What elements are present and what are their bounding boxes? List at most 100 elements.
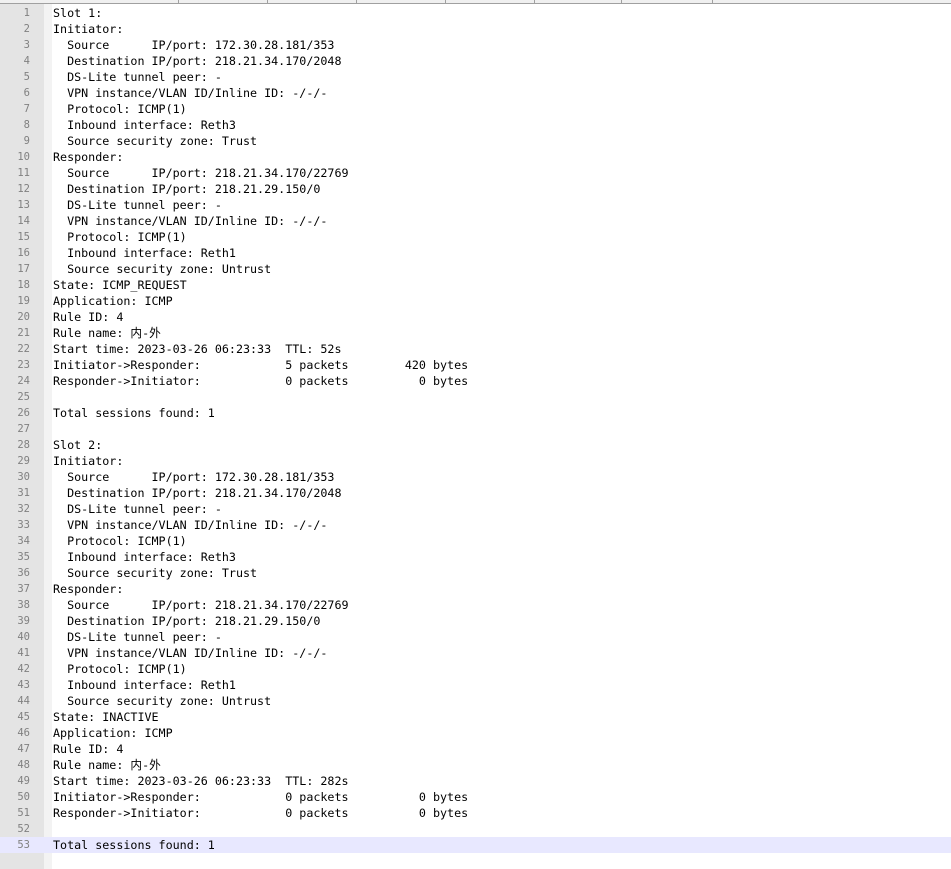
line-text: Source security zone: Untrust — [53, 262, 272, 276]
editor-line[interactable]: 21 Rule name: 内-外 — [0, 325, 951, 341]
line-text: Destination IP/port: 218.21.29.150/0 — [53, 182, 321, 196]
line-number: 1 — [23, 7, 30, 19]
line-text: Source IP/port: 218.21.34.170/22769 — [53, 166, 349, 180]
editor-line[interactable]: 17 Source security zone: Untrust — [0, 261, 951, 277]
line-number: 21 — [17, 327, 30, 339]
tab-separator — [712, 0, 713, 3]
editor-line[interactable]: 15 Protocol: ICMP(1) — [0, 229, 951, 245]
line-text: VPN instance/VLAN ID/Inline ID: -/-/- — [53, 214, 328, 228]
line-text: Protocol: ICMP(1) — [53, 230, 187, 244]
line-number: 52 — [17, 823, 30, 835]
line-text: Slot 2: — [53, 438, 103, 452]
line-text: State: ICMP_REQUEST — [53, 278, 187, 292]
line-text: Source security zone: Trust — [53, 566, 258, 580]
line-text: Rule name: 内-外 — [53, 758, 161, 772]
line-text: Inbound interface: Reth3 — [53, 118, 236, 132]
line-text: Source IP/port: 218.21.34.170/22769 — [53, 598, 349, 612]
line-text: Responder: — [53, 150, 124, 164]
line-text: Application: ICMP — [53, 294, 173, 308]
line-text: DS-Lite tunnel peer: - — [53, 630, 222, 644]
editor-line[interactable]: 39 Destination IP/port: 218.21.29.150/0 — [0, 613, 951, 629]
editor-line[interactable]: 49 Start time: 2023-03-26 06:23:33 TTL: 2… — [0, 773, 951, 789]
editor-line[interactable]: 9 Source security zone: Trust — [0, 133, 951, 149]
line-text: Protocol: ICMP(1) — [53, 534, 187, 548]
line-text: Rule ID: 4 — [53, 310, 124, 324]
editor-line-current[interactable]: 53 Total sessions found: 1 — [0, 837, 951, 853]
line-number: 8 — [23, 119, 30, 131]
tab-strip[interactable] — [0, 0, 951, 4]
line-number: 50 — [17, 791, 30, 803]
editor-line[interactable]: 10 Responder: — [0, 149, 951, 165]
line-text: Destination IP/port: 218.21.34.170/2048 — [53, 54, 342, 68]
editor-line[interactable]: 25 — [0, 389, 951, 405]
line-number: 10 — [17, 151, 30, 163]
line-number: 2 — [23, 23, 30, 35]
editor-line[interactable]: 37 Responder: — [0, 581, 951, 597]
editor-line[interactable]: 42 Protocol: ICMP(1) — [0, 661, 951, 677]
editor-line[interactable]: 44 Source security zone: Untrust — [0, 693, 951, 709]
editor-line[interactable]: 28 Slot 2: — [0, 437, 951, 453]
editor-line[interactable]: 20 Rule ID: 4 — [0, 309, 951, 325]
line-text: Slot 1: — [53, 6, 103, 20]
line-number: 53 — [17, 839, 30, 851]
line-text: Application: ICMP — [53, 726, 173, 740]
editor-line[interactable]: 11 Source IP/port: 218.21.34.170/22769 — [0, 165, 951, 181]
line-number: 20 — [17, 311, 30, 323]
editor-line[interactable]: 40 DS-Lite tunnel peer: - — [0, 629, 951, 645]
editor-line[interactable]: 22 Start time: 2023-03-26 06:23:33 TTL: 5… — [0, 341, 951, 357]
line-text: Start time: 2023-03-26 06:23:33 TTL: 52s — [53, 342, 342, 356]
line-text: Source security zone: Untrust — [53, 694, 272, 708]
text-editor-area[interactable]: 1 Slot 1: 2 Initiator: 3 Source IP/port: 172… — [0, 5, 951, 869]
editor-line[interactable]: 16 Inbound interface: Reth1 — [0, 245, 951, 261]
editor-line[interactable]: 46 Application: ICMP — [0, 725, 951, 741]
line-number: 14 — [17, 215, 30, 227]
editor-line[interactable]: 8 Inbound interface: Reth3 — [0, 117, 951, 133]
editor-line[interactable]: 52 — [0, 821, 951, 837]
editor-line[interactable]: 24 Responder->Initiator: 0 packets 0 byte… — [0, 373, 951, 389]
editor-line[interactable]: 41 VPN instance/VLAN ID/Inline ID: -/-/- — [0, 645, 951, 661]
editor-line[interactable]: 12 Destination IP/port: 218.21.29.150/0 — [0, 181, 951, 197]
editor-line[interactable]: 51 Responder->Initiator: 0 packets 0 byte… — [0, 805, 951, 821]
editor-line[interactable]: 29 Initiator: — [0, 453, 951, 469]
editor-line[interactable]: 18 State: ICMP_REQUEST — [0, 277, 951, 293]
line-number: 34 — [17, 535, 30, 547]
line-number: 45 — [17, 711, 30, 723]
line-number: 11 — [17, 167, 30, 179]
editor-line[interactable]: 31 Destination IP/port: 218.21.34.170/20… — [0, 485, 951, 501]
line-number: 36 — [17, 567, 30, 579]
editor-line[interactable]: 2 Initiator: — [0, 21, 951, 37]
editor-line[interactable]: 3 Source IP/port: 172.30.28.181/353 — [0, 37, 951, 53]
line-text: Source IP/port: 172.30.28.181/353 — [53, 38, 335, 52]
line-number: 28 — [17, 439, 30, 451]
editor-line[interactable]: 1 Slot 1: — [0, 5, 951, 21]
line-number: 51 — [17, 807, 30, 819]
editor-line[interactable]: 43 Inbound interface: Reth1 — [0, 677, 951, 693]
editor-line[interactable]: 34 Protocol: ICMP(1) — [0, 533, 951, 549]
editor-line[interactable]: 7 Protocol: ICMP(1) — [0, 101, 951, 117]
editor-line[interactable]: 19 Application: ICMP — [0, 293, 951, 309]
editor-line[interactable]: 5 DS-Lite tunnel peer: - — [0, 69, 951, 85]
editor-line[interactable]: 23 Initiator->Responder: 5 packets 420 by… — [0, 357, 951, 373]
editor-line[interactable]: 45 State: INACTIVE — [0, 709, 951, 725]
editor-line[interactable]: 30 Source IP/port: 172.30.28.181/353 — [0, 469, 951, 485]
line-number: 30 — [17, 471, 30, 483]
line-number: 35 — [17, 551, 30, 563]
tab-separator — [178, 0, 179, 3]
editor-line[interactable]: 48 Rule name: 内-外 — [0, 757, 951, 773]
editor-line[interactable]: 38 Source IP/port: 218.21.34.170/22769 — [0, 597, 951, 613]
editor-line[interactable]: 32 DS-Lite tunnel peer: - — [0, 501, 951, 517]
editor-line[interactable]: 6 VPN instance/VLAN ID/Inline ID: -/-/- — [0, 85, 951, 101]
editor-line[interactable]: 47 Rule ID: 4 — [0, 741, 951, 757]
line-number: 16 — [17, 247, 30, 259]
editor-line[interactable]: 27 — [0, 421, 951, 437]
editor-line[interactable]: 35 Inbound interface: Reth3 — [0, 549, 951, 565]
editor-line[interactable]: 14 VPN instance/VLAN ID/Inline ID: -/-/- — [0, 213, 951, 229]
line-text: VPN instance/VLAN ID/Inline ID: -/-/- — [53, 646, 328, 660]
editor-line[interactable]: 33 VPN instance/VLAN ID/Inline ID: -/-/- — [0, 517, 951, 533]
editor-line[interactable]: 4 Destination IP/port: 218.21.34.170/204… — [0, 53, 951, 69]
editor-line[interactable]: 36 Source security zone: Trust — [0, 565, 951, 581]
line-number: 7 — [23, 103, 30, 115]
editor-line[interactable]: 26 Total sessions found: 1 — [0, 405, 951, 421]
editor-line[interactable]: 13 DS-Lite tunnel peer: - — [0, 197, 951, 213]
editor-line[interactable]: 50 Initiator->Responder: 0 packets 0 byte… — [0, 789, 951, 805]
